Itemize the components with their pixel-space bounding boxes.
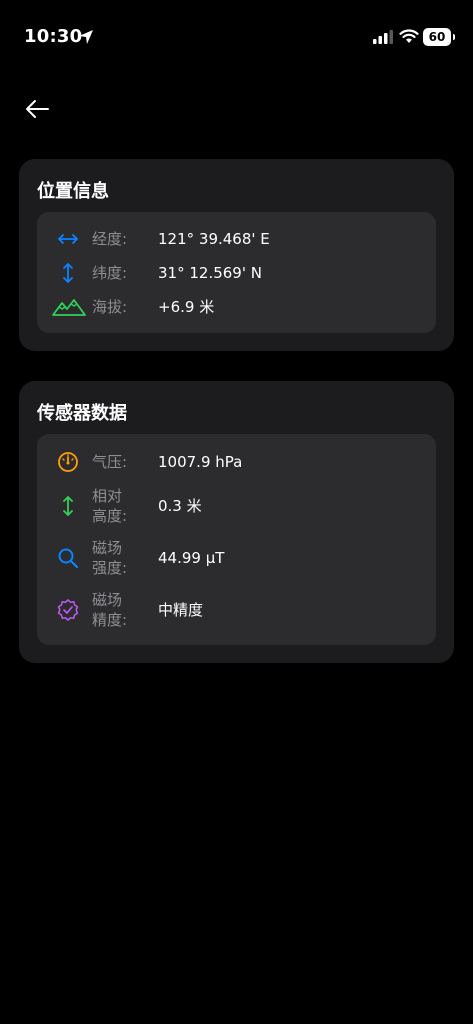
magnetic-accuracy-label-line2: 精度: (92, 611, 128, 629)
latitude-label: 纬度: (92, 264, 128, 282)
longitude-value: 121° 39.468' E (158, 230, 270, 248)
latitude-row: 纬度: 31° 12.569' N (37, 260, 436, 286)
battery-indicator: 60 (423, 28, 455, 46)
altitude-value: +6.9 米 (158, 298, 215, 316)
magnetic-accuracy-row: 磁场 精度: 中精度 (37, 590, 436, 630)
altitude-label: 海拔: (92, 298, 128, 316)
back-button[interactable] (20, 92, 54, 126)
longitude-row: 经度: 121° 39.468' E (37, 226, 436, 252)
vertical-arrows-icon (55, 260, 81, 286)
pressure-row: 气压: 1007.9 hPa (37, 449, 436, 475)
back-arrow-icon (26, 100, 49, 118)
sensor-data-card: 传感器数据 气压: 1007.9 hPa 相对 高度: 0.3 米 磁场 强度:… (19, 381, 454, 663)
status-bar: 10:30 60 (0, 0, 473, 70)
location-panel: 经度: 121° 39.468' E 纬度: 31° 12.569' N 海拔:… (37, 212, 436, 333)
magnetic-strength-row: 磁场 强度: 44.99 µT (37, 538, 436, 578)
pressure-label: 气压: (92, 453, 128, 471)
magnetic-accuracy-value: 中精度 (158, 601, 204, 619)
magnetic-strength-value: 44.99 µT (158, 549, 225, 567)
horizontal-arrows-icon (55, 226, 81, 252)
card-title: 位置信息 (37, 181, 109, 202)
magnetic-strength-label-line2: 强度: (92, 559, 128, 577)
magnetic-strength-label-line1: 磁场 (92, 539, 123, 557)
magnifier-icon (55, 545, 81, 571)
vertical-arrows-icon (55, 493, 81, 519)
location-info-card: 位置信息 经度: 121° 39.468' E 纬度: 31° 12.569' … (19, 159, 454, 351)
mountain-icon (51, 294, 87, 320)
sensor-panel: 气压: 1007.9 hPa 相对 高度: 0.3 米 磁场 强度: 44.99… (37, 434, 436, 645)
pressure-value: 1007.9 hPa (158, 453, 243, 471)
altitude-row: 海拔: +6.9 米 (37, 294, 436, 320)
relative-altitude-label-line1: 相对 (92, 487, 123, 505)
card-title: 传感器数据 (37, 403, 127, 424)
wifi-icon (399, 29, 419, 43)
magnetic-accuracy-label-line1: 磁场 (92, 591, 123, 609)
status-time: 10:30 (24, 26, 83, 47)
relative-altitude-row: 相对 高度: 0.3 米 (37, 486, 436, 526)
relative-altitude-label-line2: 高度: (92, 507, 128, 525)
longitude-label: 经度: (92, 230, 128, 248)
latitude-value: 31° 12.569' N (158, 264, 262, 282)
cellular-signal-icon (373, 30, 393, 44)
relative-altitude-value: 0.3 米 (158, 497, 202, 515)
battery-level: 60 (428, 30, 446, 44)
verified-badge-icon (55, 597, 81, 623)
location-arrow-icon (79, 30, 93, 44)
gauge-icon (55, 449, 81, 475)
